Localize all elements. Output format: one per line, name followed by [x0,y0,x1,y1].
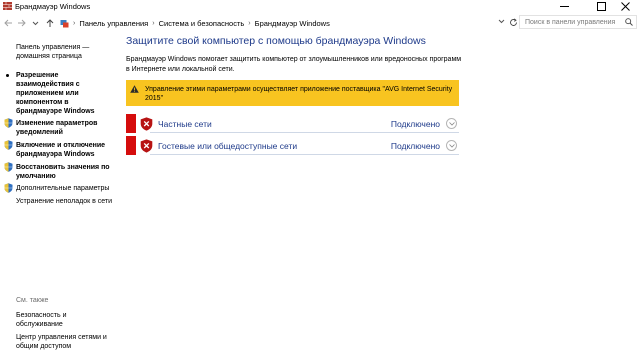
uac-shield-icon [4,162,13,172]
chevron-down-icon [32,21,38,25]
sidebar-item-restore-defaults[interactable]: Восстановить значения по умолчанию [16,163,110,181]
sidebar-item-allow-app[interactable]: Разрешение взаимодействия с приложением … [16,71,95,116]
page-description: Брандмауэр Windows помогает защитить ком… [126,56,462,73]
close-button[interactable] [610,0,640,13]
page-title: Защитите свой компьютер с помощью брандм… [126,35,426,47]
network-row-public[interactable]: Гостевые или общедоступные сети Подключе… [126,136,459,155]
sidebar-item-toggle-firewall[interactable]: Включение и отключение брандмауэра Windo… [16,141,105,159]
uac-shield-icon [4,183,13,193]
current-page-bullet [6,74,9,77]
arrow-left-icon [3,19,12,27]
shield-error-icon [140,116,153,131]
breadcrumb-separator: › [248,20,251,27]
chevron-down-icon [448,121,455,126]
search-button[interactable] [622,18,636,26]
see-also-heading: См. также [16,297,49,304]
control-panel-icon [60,20,69,28]
warning-text: Управление этими параметрами осуществляе… [145,86,453,102]
firewall-app-icon [3,2,12,10]
breadcrumb: › Панель управления › Система и безопасн… [60,18,330,29]
row-divider [150,154,459,155]
shield-error-icon [140,138,153,153]
search-box[interactable]: Поиск в панели управления [519,15,637,29]
breadcrumb-separator: › [152,20,155,27]
recent-locations-button[interactable] [30,18,40,28]
network-status-public: Подключено [390,140,440,151]
search-input[interactable]: Поиск в панели управления [525,19,622,26]
network-status-private: Подключено [390,118,440,129]
expand-private-button[interactable] [446,118,457,129]
search-icon [625,18,633,26]
row-divider [150,132,459,133]
minimize-button[interactable] [549,0,579,13]
network-name-private: Частные сети [158,118,212,129]
uac-shield-icon [4,140,13,150]
sidebar-item-notifications[interactable]: Изменение параметров уведомлений [16,119,97,137]
uac-shield-icon [4,118,13,128]
back-button[interactable] [3,18,13,28]
arrow-right-icon [17,19,26,27]
vendor-warning-banner: Управление этими параметрами осуществляе… [126,80,459,106]
breadcrumb-system-security[interactable]: Система и безопасность [159,19,245,28]
up-button[interactable] [45,18,55,28]
arrow-up-icon [46,18,54,27]
window-title: Брандмауэр Windows [15,2,91,11]
network-row-private[interactable]: Частные сети Подключено [126,114,459,133]
forward-button[interactable] [16,18,26,28]
refresh-icon[interactable] [509,18,518,27]
sidebar-item-troubleshoot[interactable]: Устранение неполадок в сети [16,197,112,206]
expand-public-button[interactable] [446,140,457,151]
network-name-public: Гостевые или общедоступные сети [158,140,298,151]
chevron-down-icon [448,143,455,148]
minimize-icon [559,6,569,7]
sidebar-home-link[interactable]: Панель управления — домашняя страница [16,43,89,61]
breadcrumb-firewall[interactable]: Брандмауэр Windows [255,19,330,28]
address-dropdown-icon[interactable] [498,19,505,24]
status-bar-red [126,136,136,155]
warning-icon [130,85,139,93]
see-also-network-center[interactable]: Центр управления сетями и общим доступом [16,333,107,351]
see-also-security-maintenance[interactable]: Безопасность и обслуживание [16,311,67,329]
sidebar: Панель управления — домашняя страница Ра… [0,40,118,360]
breadcrumb-control-panel[interactable]: Панель управления [79,19,148,28]
breadcrumb-separator: › [73,20,76,27]
status-bar-red [126,114,136,133]
sidebar-item-advanced-settings[interactable]: Дополнительные параметры [16,184,109,193]
maximize-icon [596,2,606,11]
close-icon [620,2,630,11]
title-bar: Брандмауэр Windows [0,0,640,13]
